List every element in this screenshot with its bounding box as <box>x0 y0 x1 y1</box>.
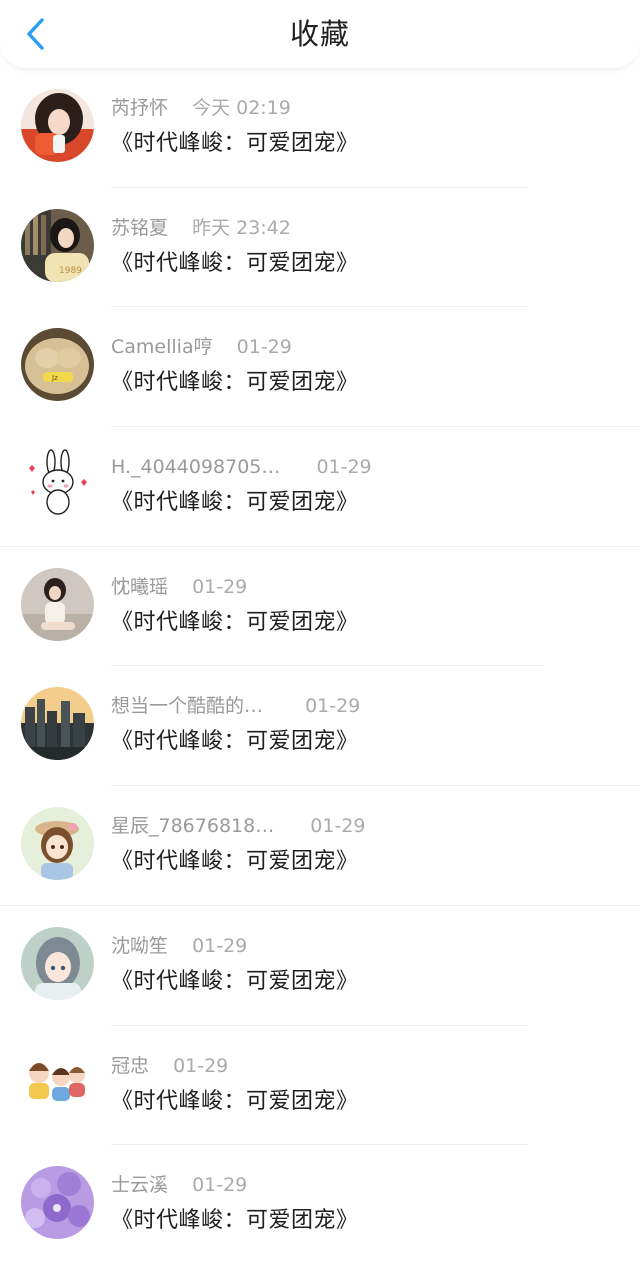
list-item[interactable]: Jz Camellia哼 01-29 《时代峰峻：可爱团宠》 <box>0 307 640 428</box>
avatar[interactable]: Jz <box>21 328 94 402</box>
favorite-title[interactable]: 《时代峰峻：可爱团宠》 <box>111 1204 359 1238</box>
top-bar: 收藏 <box>0 0 640 68</box>
avatar[interactable] <box>21 926 94 1000</box>
avatar[interactable] <box>21 89 94 162</box>
page-title: 收藏 <box>289 17 350 51</box>
avatar[interactable] <box>21 807 94 881</box>
username[interactable]: Camellia哼 <box>111 334 213 360</box>
favorite-title[interactable]: 《时代峰峻：可爱团宠》 <box>111 725 359 759</box>
favorite-title[interactable]: 《时代峰峻：可爱团宠》 <box>111 486 359 520</box>
favorite-title[interactable]: 《时代峰峻：可爱团宠》 <box>111 845 359 879</box>
timestamp: 01-29 <box>192 1174 248 1197</box>
timestamp: 01-29 <box>173 1054 229 1077</box>
username[interactable]: 芮抒怀 <box>111 95 168 121</box>
avatar[interactable] <box>21 567 94 641</box>
avatar[interactable] <box>21 448 94 522</box>
username[interactable]: 士云溪 <box>111 1172 168 1198</box>
username[interactable]: 苏铭夏 <box>111 215 168 241</box>
favorite-title[interactable]: 《时代峰峻：可爱团宠》 <box>111 606 359 640</box>
list-item[interactable]: 想当一个酷酷的… 01-29 《时代峰峻：可爱团宠》 <box>0 666 640 787</box>
list-item[interactable]: 沈呦笙 01-29 《时代峰峻：可爱团宠》 <box>0 906 640 1026</box>
username[interactable]: H._4044098705… <box>111 454 280 480</box>
timestamp: 01-29 <box>192 934 248 957</box>
favorite-title[interactable]: 《时代峰峻：可爱团宠》 <box>111 1085 359 1119</box>
timestamp: 01-29 <box>316 456 372 479</box>
username[interactable]: 想当一个酷酷的… <box>111 693 263 719</box>
favorites-list: 芮抒怀 今天 02:19 《时代峰峻：可爱团宠》 1989 苏铭夏 昨天 23:… <box>0 68 640 1265</box>
timestamp: 昨天 23:42 <box>192 216 291 239</box>
list-item[interactable]: 1989 苏铭夏 昨天 23:42 《时代峰峻：可爱团宠》 <box>0 188 640 308</box>
list-item[interactable]: 忱曦瑶 01-29 《时代峰峻：可爱团宠》 <box>0 547 640 667</box>
username[interactable]: 忱曦瑶 <box>111 574 168 600</box>
list-item[interactable]: 冠忠 01-29 《时代峰峻：可爱团宠》 <box>0 1026 640 1146</box>
list-item[interactable]: 星辰_78676818… 01-29 《时代峰峻：可爱团宠》 <box>0 786 640 906</box>
favorite-title[interactable]: 《时代峰峻：可爱团宠》 <box>111 965 359 999</box>
avatar[interactable] <box>21 1166 94 1240</box>
username[interactable]: 沈呦笙 <box>111 933 168 959</box>
favorite-title[interactable]: 《时代峰峻：可爱团宠》 <box>111 247 359 281</box>
avatar[interactable] <box>21 1046 94 1120</box>
timestamp: 01-29 <box>310 815 366 838</box>
svg-text:Jz: Jz <box>51 374 58 382</box>
username[interactable]: 冠忠 <box>111 1053 149 1079</box>
avatar[interactable]: 1989 <box>21 208 94 282</box>
timestamp: 01-29 <box>305 695 361 718</box>
favorite-title[interactable]: 《时代峰峻：可爱团宠》 <box>111 127 359 161</box>
svg-text:1989: 1989 <box>59 266 82 276</box>
avatar[interactable] <box>21 687 94 761</box>
list-item[interactable]: 士云溪 01-29 《时代峰峻：可爱团宠》 <box>0 1145 640 1265</box>
favorite-title[interactable]: 《时代峰峻：可爱团宠》 <box>111 366 359 400</box>
list-item[interactable]: 芮抒怀 今天 02:19 《时代峰峻：可爱团宠》 <box>0 68 640 188</box>
timestamp: 01-29 <box>192 575 248 598</box>
timestamp: 01-29 <box>236 336 292 359</box>
timestamp: 今天 02:19 <box>192 97 291 119</box>
list-item[interactable]: H._4044098705… 01-29 《时代峰峻：可爱团宠》 <box>0 427 640 547</box>
username[interactable]: 星辰_78676818… <box>111 813 274 839</box>
